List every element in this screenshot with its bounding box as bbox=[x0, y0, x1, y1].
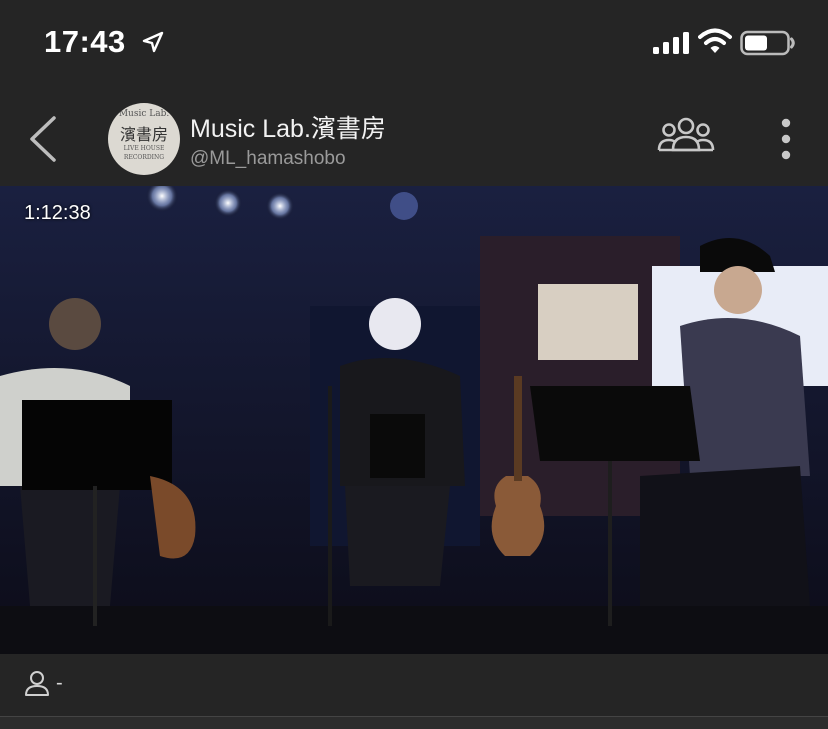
wifi-icon bbox=[698, 28, 732, 53]
channel-header: Music Lab. 濱書房 LIVE HOUSE RECORDING Musi… bbox=[0, 88, 828, 186]
status-bar: 17:43 bbox=[0, 0, 828, 88]
viewer-count: - bbox=[56, 672, 63, 694]
group-people-icon[interactable] bbox=[656, 114, 716, 158]
cellular-signal-icon bbox=[653, 32, 689, 54]
channel-avatar[interactable]: Music Lab. 濱書房 LIVE HOUSE RECORDING bbox=[108, 103, 180, 175]
bottom-divider bbox=[0, 716, 828, 729]
viewer-info-bar: - bbox=[0, 654, 828, 716]
more-options-button[interactable] bbox=[772, 116, 800, 162]
live-video-player[interactable]: 1:12:38 bbox=[0, 186, 828, 654]
status-time: 17:43 bbox=[44, 24, 126, 59]
location-arrow-icon bbox=[142, 31, 164, 53]
channel-name[interactable]: Music Lab.濱書房 bbox=[190, 109, 386, 145]
avatar-logo-text: LIVE HOUSE bbox=[123, 145, 165, 152]
back-button[interactable] bbox=[24, 112, 64, 166]
battery-icon bbox=[740, 30, 795, 56]
avatar-logo-text: 濱書房 bbox=[119, 125, 168, 144]
elapsed-time: 1:12:38 bbox=[24, 202, 91, 224]
channel-handle: @ML_hamashobo bbox=[190, 148, 346, 169]
video-frame bbox=[0, 186, 828, 654]
person-outline-icon bbox=[25, 671, 49, 696]
avatar-logo-text: RECORDING bbox=[123, 154, 165, 161]
avatar-logo-text: Music Lab. bbox=[118, 109, 170, 119]
